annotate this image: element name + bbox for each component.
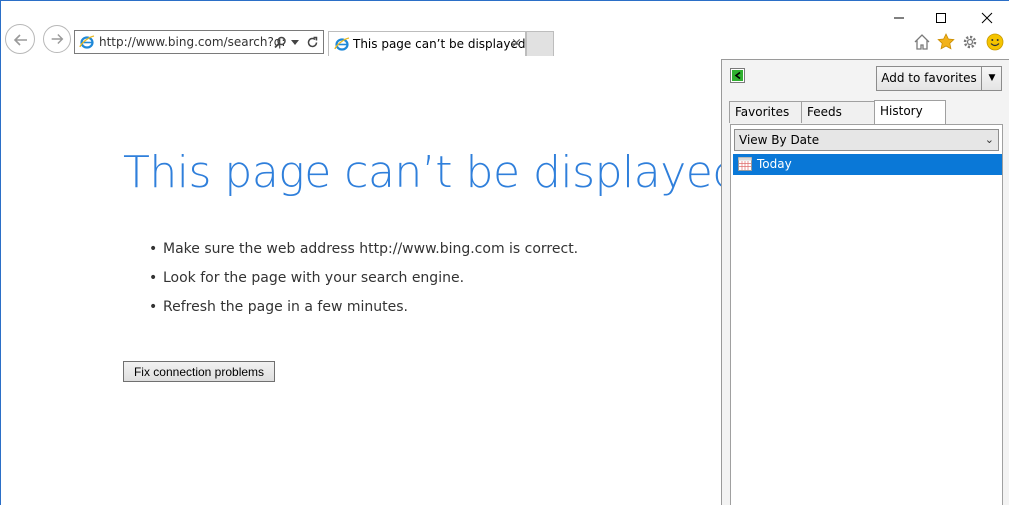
forward-arrow-icon [51,34,64,44]
favorites-star-icon[interactable] [937,33,955,51]
chevron-down-icon: ⌄ [984,133,994,146]
pin-panel-button[interactable] [730,68,745,83]
ie-logo-icon [334,37,350,51]
tab-current[interactable]: This page can’t be displayed × [328,31,526,56]
list-item: • Look for the page with your search engi… [149,270,465,286]
tab-history[interactable]: History [874,100,946,125]
tab-title: This page can’t be displayed [353,37,526,51]
back-button[interactable] [5,24,35,54]
list-item: • Refresh the page in a few minutes. [149,299,408,315]
suggestion-list: • Make sure the web address http://www.bi… [149,241,578,328]
view-by-select[interactable]: View By Date ⌄ [734,129,999,151]
smiley-feedback-icon[interactable] [986,33,1004,51]
tab-favorites[interactable]: Favorites [729,101,802,123]
tab-close-icon[interactable]: × [511,36,522,51]
back-arrow-icon [13,34,27,46]
view-by-value: View By Date [739,133,820,147]
page-title: This page can’t be displayed [123,147,740,198]
history-list-pane: View By Date ⌄ Today [730,124,1003,505]
dropdown-arrow-icon[interactable] [291,40,299,45]
fix-connection-button[interactable]: Fix connection problems [123,361,275,382]
favorites-center-panel: Add to favorites ▼ Favorites Feeds Histo… [721,59,1009,505]
close-icon[interactable] [977,9,997,27]
bullet-icon: • [149,241,158,257]
list-item: • Make sure the web address http://www.bi… [149,241,579,257]
pin-arrow-icon [732,70,743,81]
add-to-favorites-label: Add to favorites [881,71,977,85]
calendar-icon [738,157,752,171]
browser-window: http://www.bing.com/search?q: This page … [0,0,1009,505]
settings-gear-icon[interactable] [961,33,979,51]
minimize-icon[interactable] [889,9,909,27]
bullet-icon: • [149,299,158,315]
address-bar[interactable]: http://www.bing.com/search?q: [74,30,324,54]
button-divider [981,67,982,90]
forward-button[interactable] [43,25,71,53]
address-url: http://www.bing.com/search?q: [99,35,286,49]
refresh-icon[interactable] [306,36,319,49]
chevron-down-icon[interactable]: ▼ [985,67,999,90]
home-icon[interactable] [913,33,931,51]
history-item-label: Today [757,157,792,171]
search-icon[interactable] [274,36,287,49]
history-item-today[interactable]: Today [733,154,1002,175]
maximize-icon[interactable] [931,9,951,27]
add-to-favorites-button[interactable]: Add to favorites ▼ [876,66,1002,91]
ie-logo-icon [79,35,95,49]
new-tab-button[interactable] [526,31,554,56]
tab-feeds[interactable]: Feeds [801,101,875,123]
bullet-icon: • [149,270,158,286]
